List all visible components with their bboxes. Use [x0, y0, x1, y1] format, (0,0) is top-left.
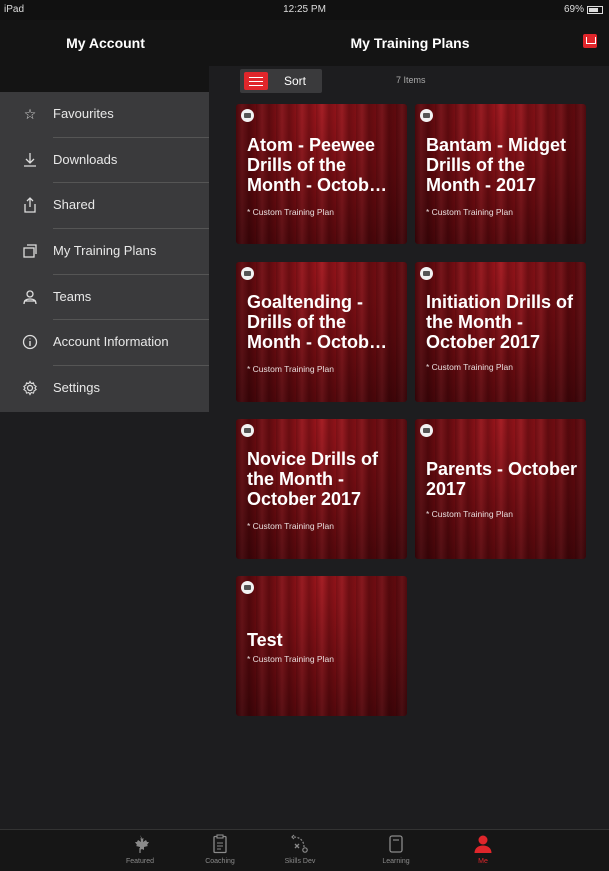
card-subtitle: * Custom Training Plan — [247, 654, 334, 664]
gear-icon — [22, 380, 38, 396]
battery-icon — [587, 5, 603, 14]
training-plan-card[interactable]: Novice Drills of the Month - October 201… — [236, 419, 407, 559]
card-title: Test — [247, 630, 283, 650]
items-count: 7 Items — [396, 75, 426, 85]
plan-type-icon — [420, 109, 433, 122]
plans-icon — [22, 243, 38, 259]
sidebar-item-label: My Training Plans — [53, 243, 157, 259]
sidebar-item-label: Teams — [53, 288, 92, 304]
sidebar-header-spacer — [0, 66, 209, 92]
tab-coaching[interactable]: Coaching — [190, 832, 250, 865]
card-subtitle: * Custom Training Plan — [247, 364, 334, 374]
download-icon — [22, 152, 38, 168]
sort-button[interactable]: Sort — [240, 69, 322, 93]
star-icon: ☆ — [23, 106, 37, 122]
play-diagram-icon — [290, 834, 310, 854]
sidebar-item-account-information[interactable]: Account Information — [0, 320, 209, 367]
sidebar-item-my-training-plans[interactable]: My Training Plans — [0, 229, 209, 275]
info-icon — [22, 334, 38, 350]
training-plan-card[interactable]: Bantam - Midget Drills of the Month - 20… — [415, 104, 586, 244]
card-title: Initiation Drills of the Month - October… — [426, 292, 573, 352]
tab-featured[interactable]: Featured — [110, 832, 170, 865]
filter-icon — [244, 72, 268, 90]
tab-label: Learning — [382, 858, 410, 865]
sidebar-item-settings[interactable]: Settings — [0, 366, 209, 412]
sidebar: ☆ Favourites Downloads Shared My Trainin… — [0, 92, 209, 412]
card-title: Bantam - Midget Drills of the Month - 20… — [426, 135, 567, 195]
tab-label: Featured — [125, 858, 155, 865]
card-subtitle: * Custom Training Plan — [247, 521, 334, 531]
tablet-icon — [386, 834, 406, 854]
plan-type-icon — [241, 581, 254, 594]
card-subtitle: * Custom Training Plan — [247, 207, 334, 217]
card-title: Novice Drills of the Month - October 201… — [247, 449, 379, 509]
sidebar-title: My Account — [66, 35, 145, 51]
shop-icon[interactable] — [583, 34, 597, 48]
tab-learning[interactable]: Learning — [366, 832, 426, 865]
status-time: 12:25 PM — [283, 4, 326, 15]
navigation-header: My Account My Training Plans — [0, 20, 609, 66]
tab-label: Me — [478, 858, 488, 865]
training-plan-card[interactable]: Parents - October 2017 * Custom Training… — [415, 419, 586, 559]
card-subtitle: * Custom Training Plan — [426, 362, 513, 372]
tab-label: Skills Dev — [284, 858, 316, 865]
plan-type-icon — [241, 109, 254, 122]
card-title: Atom - Peewee Drills of the Month - Octo… — [247, 135, 387, 195]
sort-label: Sort — [284, 74, 307, 88]
plan-type-icon — [241, 267, 254, 280]
list-toolbar: Sort 7 Items — [211, 66, 609, 96]
card-title: Goaltending - Drills of the Month - Octo… — [247, 292, 387, 352]
sidebar-item-teams[interactable]: Teams — [0, 275, 209, 321]
person-icon — [473, 834, 493, 854]
sidebar-item-downloads[interactable]: Downloads — [0, 138, 209, 184]
plan-type-icon — [241, 424, 254, 437]
page-title: My Training Plans — [350, 35, 470, 51]
sidebar-item-label: Favourites — [53, 106, 114, 121]
teams-icon — [22, 289, 38, 305]
battery-percent: 69% — [563, 4, 584, 15]
battery-status: 69% — [564, 4, 603, 15]
sidebar-item-label: Settings — [53, 380, 100, 396]
training-plan-card[interactable]: Initiation Drills of the Month - October… — [415, 262, 586, 402]
tab-label: Coaching — [205, 858, 235, 865]
tab-me[interactable]: Me — [453, 832, 513, 865]
plan-type-icon — [420, 267, 433, 280]
training-plan-card[interactable]: Atom - Peewee Drills of the Month - Octo… — [236, 104, 407, 244]
tab-bar: Featured Coaching Skills Dev Learning Me — [0, 829, 609, 871]
clipboard-icon — [210, 834, 230, 854]
training-plan-card[interactable]: Test * Custom Training Plan — [236, 576, 407, 716]
sidebar-item-label: Downloads — [53, 151, 118, 167]
card-title: Parents - October 2017 — [426, 459, 578, 499]
card-subtitle: * Custom Training Plan — [426, 509, 513, 519]
tab-skills-dev[interactable]: Skills Dev — [270, 832, 330, 865]
maple-leaf-icon — [130, 834, 150, 854]
sidebar-item-favourites[interactable]: ☆ Favourites — [0, 92, 209, 138]
sidebar-item-label: Shared — [53, 197, 95, 213]
sidebar-item-label: Account Information — [53, 334, 169, 350]
share-icon — [22, 197, 38, 214]
plan-type-icon — [420, 424, 433, 437]
card-subtitle: * Custom Training Plan — [426, 207, 513, 217]
status-bar: iPad 12:25 PM 69% — [0, 0, 609, 20]
training-plan-card[interactable]: Goaltending - Drills of the Month - Octo… — [236, 262, 407, 402]
sidebar-item-shared[interactable]: Shared — [0, 183, 209, 230]
